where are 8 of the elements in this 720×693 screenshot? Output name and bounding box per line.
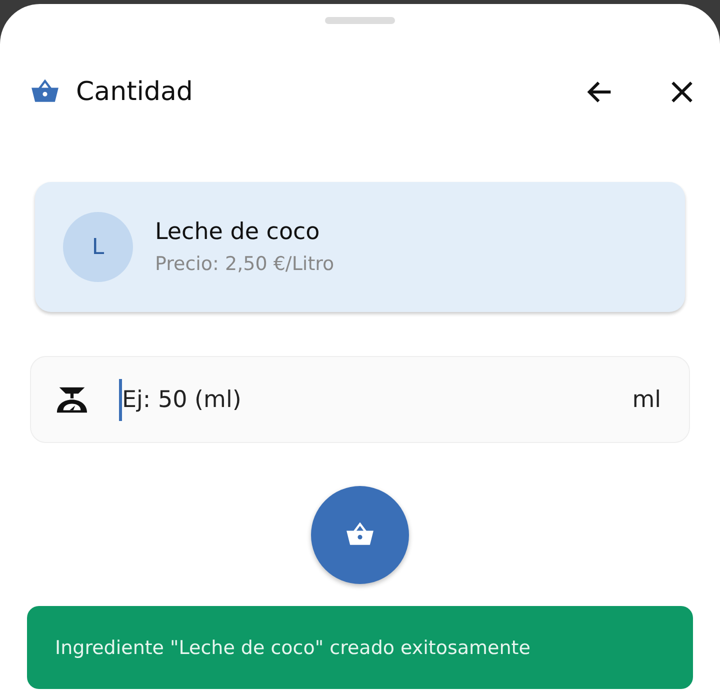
avatar: L xyxy=(63,212,133,282)
sheet-title: Cantidad xyxy=(76,77,193,107)
ingredient-price: Precio: 2,50 €/Litro xyxy=(155,253,334,275)
snackbar-message: Ingrediente "Leche de coco" creado exitosamente xyxy=(55,636,530,658)
drag-handle[interactable] xyxy=(325,17,395,24)
quantity-field[interactable]: Ej: 50 (ml) xyxy=(122,386,632,412)
unit-label: ml xyxy=(632,386,661,412)
ingredient-name: Leche de coco xyxy=(155,219,321,245)
